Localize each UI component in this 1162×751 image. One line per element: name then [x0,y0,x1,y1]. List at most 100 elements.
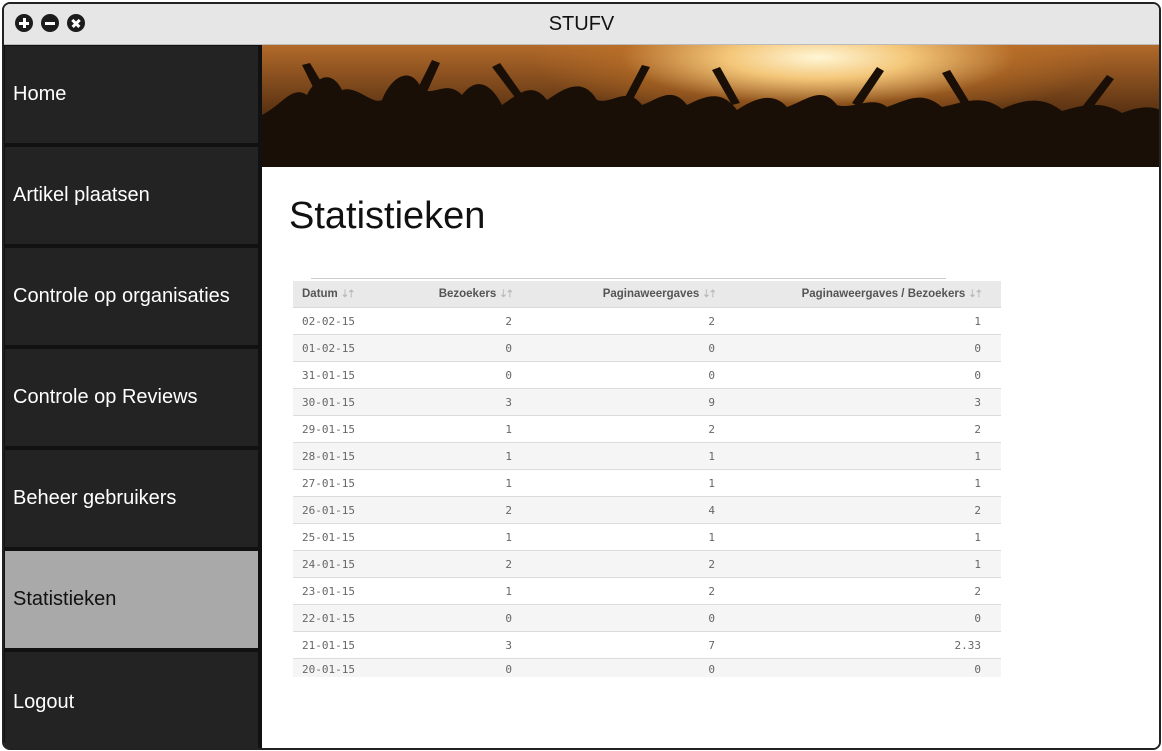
header-banner-image [262,45,1159,167]
table-row: 26-01-15 2 4 2 [293,496,1001,524]
cell-paginaweergaves: 1 [518,442,721,470]
cell-ratio: 0 [721,361,1001,389]
table-row: 27-01-15 1 1 1 [293,469,1001,497]
column-header-paginaweergaves[interactable]: Paginaweergaves ⇣⇡ [518,281,721,308]
sidebar-item-controle-organisaties[interactable]: Controle op organisaties [5,248,258,345]
cell-ratio: 0 [721,334,1001,362]
cell-datum: 31-01-15 [293,361,383,389]
cell-bezoekers: 0 [383,604,518,632]
cell-datum: 28-01-15 [293,442,383,470]
sort-icon: ⇣⇡ [499,289,514,300]
title-bar: STUFV [4,4,1159,45]
table-header-row: Datum ⇣⇡ Bezoekers ⇣⇡ Paginaweergaves ⇣⇡ Pa… [293,281,1001,308]
cell-paginaweergaves: 0 [518,334,721,362]
table-divider [311,278,946,279]
cell-paginaweergaves: 2 [518,577,721,605]
cell-bezoekers: 1 [383,523,518,551]
column-header-datum[interactable]: Datum ⇣⇡ [293,281,383,308]
cell-paginaweergaves: 0 [518,361,721,389]
column-header-label: Datum [302,288,338,300]
sidebar-item-logout[interactable]: Logout [5,652,258,748]
cell-ratio: 2 [721,496,1001,524]
sort-icon: ⇣⇡ [340,289,356,300]
cell-ratio: 0 [721,658,1001,677]
cell-paginaweergaves: 4 [518,496,721,524]
column-header-label: Paginaweergaves / Bezoekers [801,288,966,300]
cell-paginaweergaves: 2 [518,415,721,443]
table-row: 24-01-15 2 2 1 [293,550,1001,578]
cell-paginaweergaves: 0 [518,658,721,677]
table-row: 21-01-15 3 7 2.33 [293,631,1001,659]
table-row: 22-01-15 0 0 0 [293,604,1001,632]
app-window: STUFV Home Artikel plaatsen Controle op … [2,2,1161,750]
cell-datum: 25-01-15 [293,523,383,551]
cell-paginaweergaves: 9 [518,388,721,416]
cell-bezoekers: 3 [383,631,518,659]
cell-datum: 26-01-15 [293,496,383,524]
column-header-label: Paginaweergaves [602,288,700,300]
cell-datum: 22-01-15 [293,604,383,632]
cell-bezoekers: 3 [383,388,518,416]
cell-bezoekers: 1 [383,469,518,497]
table-row: 01-02-15 0 0 0 [293,334,1001,362]
cell-datum: 02-02-15 [293,307,383,335]
column-header-bezoekers[interactable]: Bezoekers ⇣⇡ [383,281,518,308]
cell-bezoekers: 1 [383,415,518,443]
table-row: 23-01-15 1 2 2 [293,577,1001,605]
cell-datum: 23-01-15 [293,577,383,605]
sidebar-item-controle-reviews[interactable]: Controle op Reviews [5,349,258,446]
sort-icon: ⇣⇡ [702,289,717,300]
statistics-table-container: Datum ⇣⇡ Bezoekers ⇣⇡ Paginaweergaves ⇣⇡ Pa… [293,278,1001,677]
cell-ratio: 2 [721,415,1001,443]
sidebar-item-home[interactable]: Home [5,46,258,143]
cell-datum: 24-01-15 [293,550,383,578]
cell-paginaweergaves: 1 [518,523,721,551]
cell-datum: 01-02-15 [293,334,383,362]
cell-paginaweergaves: 2 [518,307,721,335]
table-row: 28-01-15 1 1 1 [293,442,1001,470]
cell-ratio: 1 [721,469,1001,497]
cell-bezoekers: 1 [383,442,518,470]
cell-ratio: 0 [721,604,1001,632]
table-row: 20-01-15 0 0 0 [293,658,1001,677]
page-title: Statistieken [289,195,486,237]
cell-ratio: 2.33 [721,631,1001,659]
cell-paginaweergaves: 2 [518,550,721,578]
cell-datum: 29-01-15 [293,415,383,443]
cell-bezoekers: 0 [383,334,518,362]
sidebar: Home Artikel plaatsen Controle op organi… [4,45,260,748]
table-row: 31-01-15 0 0 0 [293,361,1001,389]
column-header-ratio[interactable]: Paginaweergaves / Bezoekers ⇣⇡ [721,281,1001,308]
cell-ratio: 3 [721,388,1001,416]
column-header-label: Bezoekers [438,288,497,300]
cell-datum: 20-01-15 [293,658,383,677]
cell-datum: 30-01-15 [293,388,383,416]
cell-bezoekers: 1 [383,577,518,605]
cell-ratio: 1 [721,523,1001,551]
cell-bezoekers: 2 [383,307,518,335]
sort-icon: ⇣⇡ [968,289,983,300]
cell-paginaweergaves: 1 [518,469,721,497]
cell-bezoekers: 0 [383,658,518,677]
window-title: STUFV [548,13,615,35]
cell-datum: 27-01-15 [293,469,383,497]
crowd-silhouette [262,60,1159,167]
table-row: 25-01-15 1 1 1 [293,523,1001,551]
sidebar-item-beheer-gebruikers[interactable]: Beheer gebruikers [5,450,258,547]
cell-bezoekers: 0 [383,361,518,389]
cell-bezoekers: 2 [383,550,518,578]
cell-ratio: 1 [721,442,1001,470]
cell-bezoekers: 2 [383,496,518,524]
sidebar-item-statistieken[interactable]: Statistieken [5,551,258,648]
table-row: 29-01-15 1 2 2 [293,415,1001,443]
cell-datum: 21-01-15 [293,631,383,659]
cell-paginaweergaves: 0 [518,604,721,632]
table-row: 02-02-15 2 2 1 [293,307,1001,335]
cell-ratio: 2 [721,577,1001,605]
cell-ratio: 1 [721,550,1001,578]
statistics-table: Datum ⇣⇡ Bezoekers ⇣⇡ Paginaweergaves ⇣⇡ Pa… [293,281,1001,677]
cell-paginaweergaves: 7 [518,631,721,659]
table-row: 30-01-15 3 9 3 [293,388,1001,416]
sidebar-item-artikel-plaatsen[interactable]: Artikel plaatsen [5,147,258,244]
main-content: Statistieken Datum ⇣⇡ Bezoekers ⇣⇡ Paginaw… [260,45,1159,748]
